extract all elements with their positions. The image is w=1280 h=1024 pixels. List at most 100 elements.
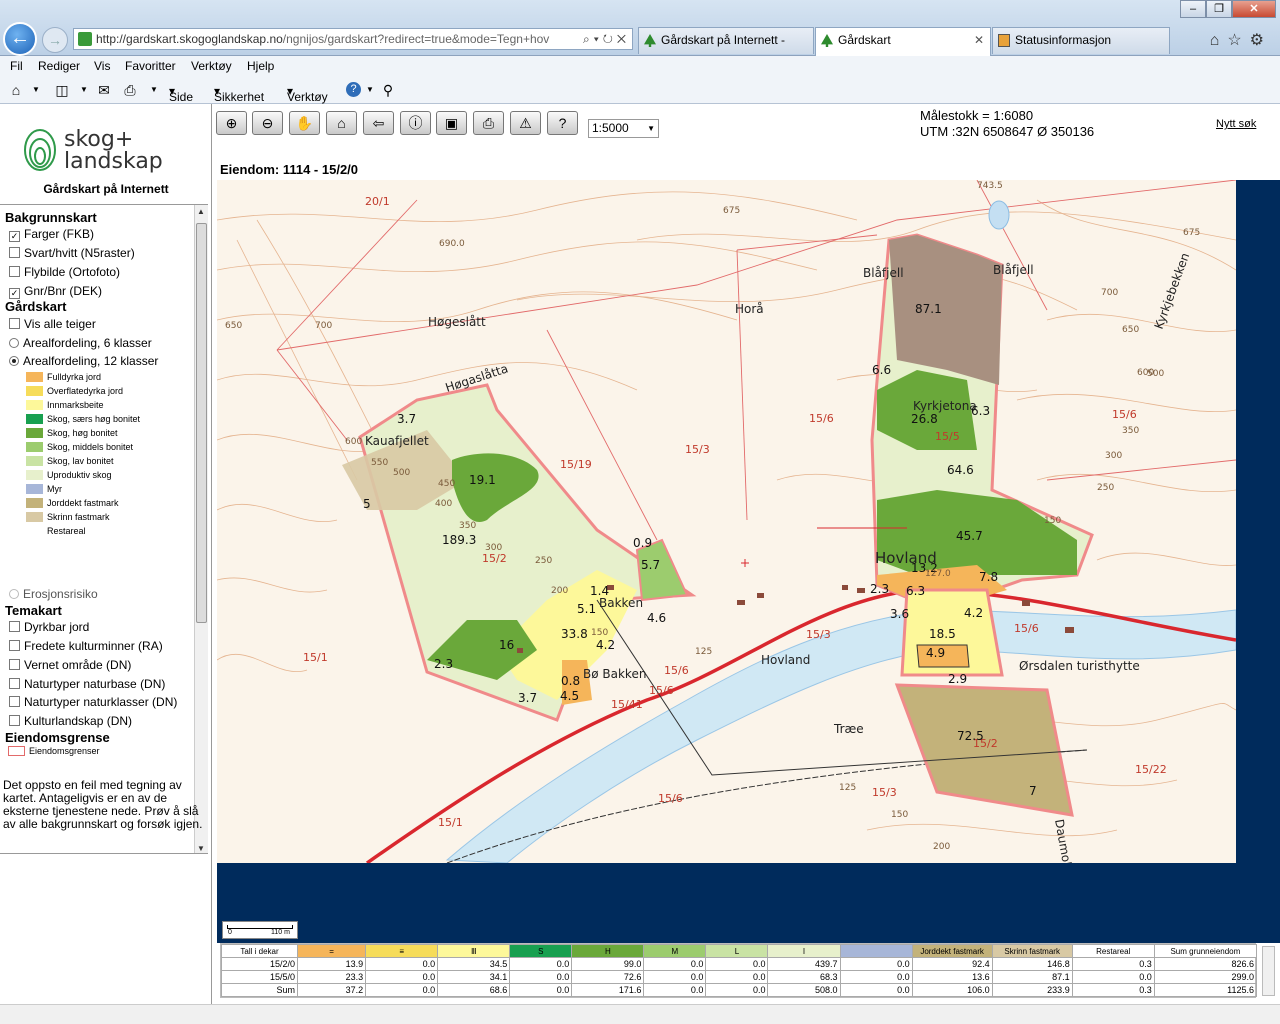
home-icon[interactable]: ⌂ [1210,32,1228,49]
place-name-label: Blåfjell [993,263,1034,277]
save-button[interactable]: ▣ [436,111,467,135]
legend-swatch [26,428,43,438]
close-window-button[interactable]: ✕ [1232,0,1276,18]
checkbox[interactable] [9,266,20,277]
table-scrollbar[interactable] [1262,946,1275,996]
layer-naturtyper-naturbase[interactable]: Naturtyper naturbase (DN) [9,677,165,691]
checkbox[interactable] [9,621,20,632]
checkbox-checked[interactable]: ✓ [9,288,20,299]
chevron-down-icon[interactable]: ▼ [76,82,92,98]
layer-vernet-omrade[interactable]: Vernet område (DN) [9,658,131,672]
address-url-path: /ngnijos/gardskart?redirect=true&mode=Te… [282,32,550,46]
map-canvas[interactable]: Høgeslått Høgaslåtta Kauafjellet Horå Bl… [217,180,1236,863]
layer-kulturlandskap[interactable]: Kulturlandskap (DN) [9,714,132,728]
new-search-link[interactable]: Nytt søk [1216,118,1256,130]
print-button[interactable]: ⎙ [473,111,504,135]
home-icon[interactable]: ⌂ [8,82,24,98]
help-button[interactable]: ? [547,111,578,135]
cmd-verktoy[interactable]: Verktøy ▾ [287,84,328,104]
layer-fredete-kulturminner[interactable]: Fredete kulturminner (RA) [9,639,163,653]
area-value: 5.1 [577,602,596,616]
maximize-button[interactable]: ❐ [1206,0,1232,18]
area-value: 16 [499,638,514,652]
address-tools-icons[interactable]: ⌕▾↻✕ [583,29,630,49]
radio-erosjonsrisiko[interactable]: Erosjonsrisiko [9,587,98,601]
elevation-label: 250 [535,556,552,566]
back-button[interactable]: ← [3,22,37,56]
address-bar[interactable]: http://gardskart.skogoglandskap.no/ngnij… [73,28,633,50]
tab-gardskart-internett[interactable]: Gårdskart på Internett - [638,27,814,54]
checkbox[interactable] [9,247,20,258]
table-header: H [571,944,645,958]
menu-hjelp[interactable]: Hjelp [247,59,274,73]
radio-button[interactable] [9,589,19,599]
radio-arealfordeling-12[interactable]: Arealfordeling, 12 klasser [9,354,158,368]
rss-feed-icon[interactable]: ◫ [54,82,70,98]
print-icon[interactable]: ⎙ [122,82,138,98]
radio-button[interactable] [9,338,19,348]
table-cell: 0.0 [705,970,769,984]
layer-label: Gnr/Bnr (DEK) [24,284,103,298]
legend-swatch [26,526,43,536]
minimize-button[interactable]: – [1180,0,1206,18]
scroll-up-arrow-icon[interactable]: ▲ [197,207,205,216]
table-cell: 0.0 [509,957,573,971]
layer-dyrkbar-jord[interactable]: Dyrkbar jord [9,620,89,634]
home-extent-button[interactable]: ⌂ [326,111,357,135]
table-cell: 0.3 [1071,957,1155,971]
layer-svart-hvitt[interactable]: Svart/hvitt (N5raster) [9,246,135,260]
place-name-label: Kauafjellet [365,434,429,448]
back-extent-button[interactable]: ⇦ [363,111,394,135]
layer-flybilde[interactable]: Flybilde (Ortofoto) [9,265,120,279]
zoom-in-button[interactable]: ⊕ [216,111,247,135]
radio-arealfordeling-6[interactable]: Arealfordeling, 6 klasser [9,336,152,350]
settings-gear-icon[interactable]: ⚙ [1250,32,1272,49]
checkbox[interactable] [9,659,20,670]
scroll-down-arrow-icon[interactable]: ▼ [197,844,205,853]
checkbox[interactable] [9,640,20,651]
menu-rediger[interactable]: Rediger [38,59,80,73]
checkbox[interactable] [9,696,20,707]
info-button[interactable]: ⓘ [400,111,431,135]
parcel-label: 15/6 [809,412,834,425]
layer-farger-fkb[interactable]: ✓ Farger (FKB) [9,227,94,242]
checkbox-checked[interactable]: ✓ [9,231,20,242]
favorites-star-icon[interactable]: ☆ [1227,32,1249,49]
table-row: 15/5/0 23.3 0.0 34.1 0.0 72.6 0.0 0.0 68.3 0.0 13.… [220,970,1258,984]
chevron-down-icon[interactable]: ▼ [146,82,162,98]
help-icon[interactable]: ? [346,82,361,97]
scale-select[interactable]: 1:5000 [588,119,659,138]
elevation-label: 150 [891,810,908,820]
cmd-side[interactable]: Side ▾ [169,84,193,104]
menu-favoritter[interactable]: Favoritter [125,59,176,73]
mail-icon[interactable]: ✉ [96,82,112,98]
checkbox[interactable] [9,678,20,689]
menu-verktoy[interactable]: Verktøy [191,59,232,73]
close-tab-icon[interactable]: ✕ [974,28,984,53]
layer-gnr-bnr[interactable]: ✓ Gnr/Bnr (DEK) [9,284,102,299]
chevron-down-icon[interactable]: ▼ [362,82,378,98]
browser-titlebar: ← → http://gardskart.skogoglandskap.no/n… [0,0,1280,56]
research-icon[interactable]: ⚲ [380,82,396,98]
chevron-down-icon[interactable]: ▼ [28,82,44,98]
warning-button[interactable]: ⚠ [510,111,541,135]
tab-gardskart[interactable]: Gårdskart ✕ [815,27,991,56]
radio-button-selected[interactable] [9,356,19,366]
layer-naturtyper-naturklasser[interactable]: Naturtyper naturklasser (DN) [9,695,177,709]
parcel-label: 15/3 [806,628,831,641]
parcel-15-2-south[interactable] [894,683,1074,817]
menu-vis[interactable]: Vis [94,59,110,73]
cmd-sikkerhet[interactable]: Sikkerhet ▾ [214,84,264,104]
zoom-out-button[interactable]: ⊖ [252,111,283,135]
checkbox[interactable] [9,318,20,329]
checkbox[interactable] [9,715,20,726]
scrollbar-thumb[interactable] [196,223,207,623]
pan-button[interactable]: ✋ [289,111,320,135]
layer-list-scrollbar[interactable]: ▲ ▼ [194,205,208,853]
elevation-label: 500 [1147,369,1164,379]
layer-vis-alle-teiger[interactable]: Vis alle teiger [9,317,96,331]
table-cell: 146.8 [991,957,1073,971]
tab-statusinformasjon[interactable]: Statusinformasjon [992,27,1170,54]
forward-button[interactable]: → [42,27,68,53]
menu-fil[interactable]: Fil [10,59,23,73]
